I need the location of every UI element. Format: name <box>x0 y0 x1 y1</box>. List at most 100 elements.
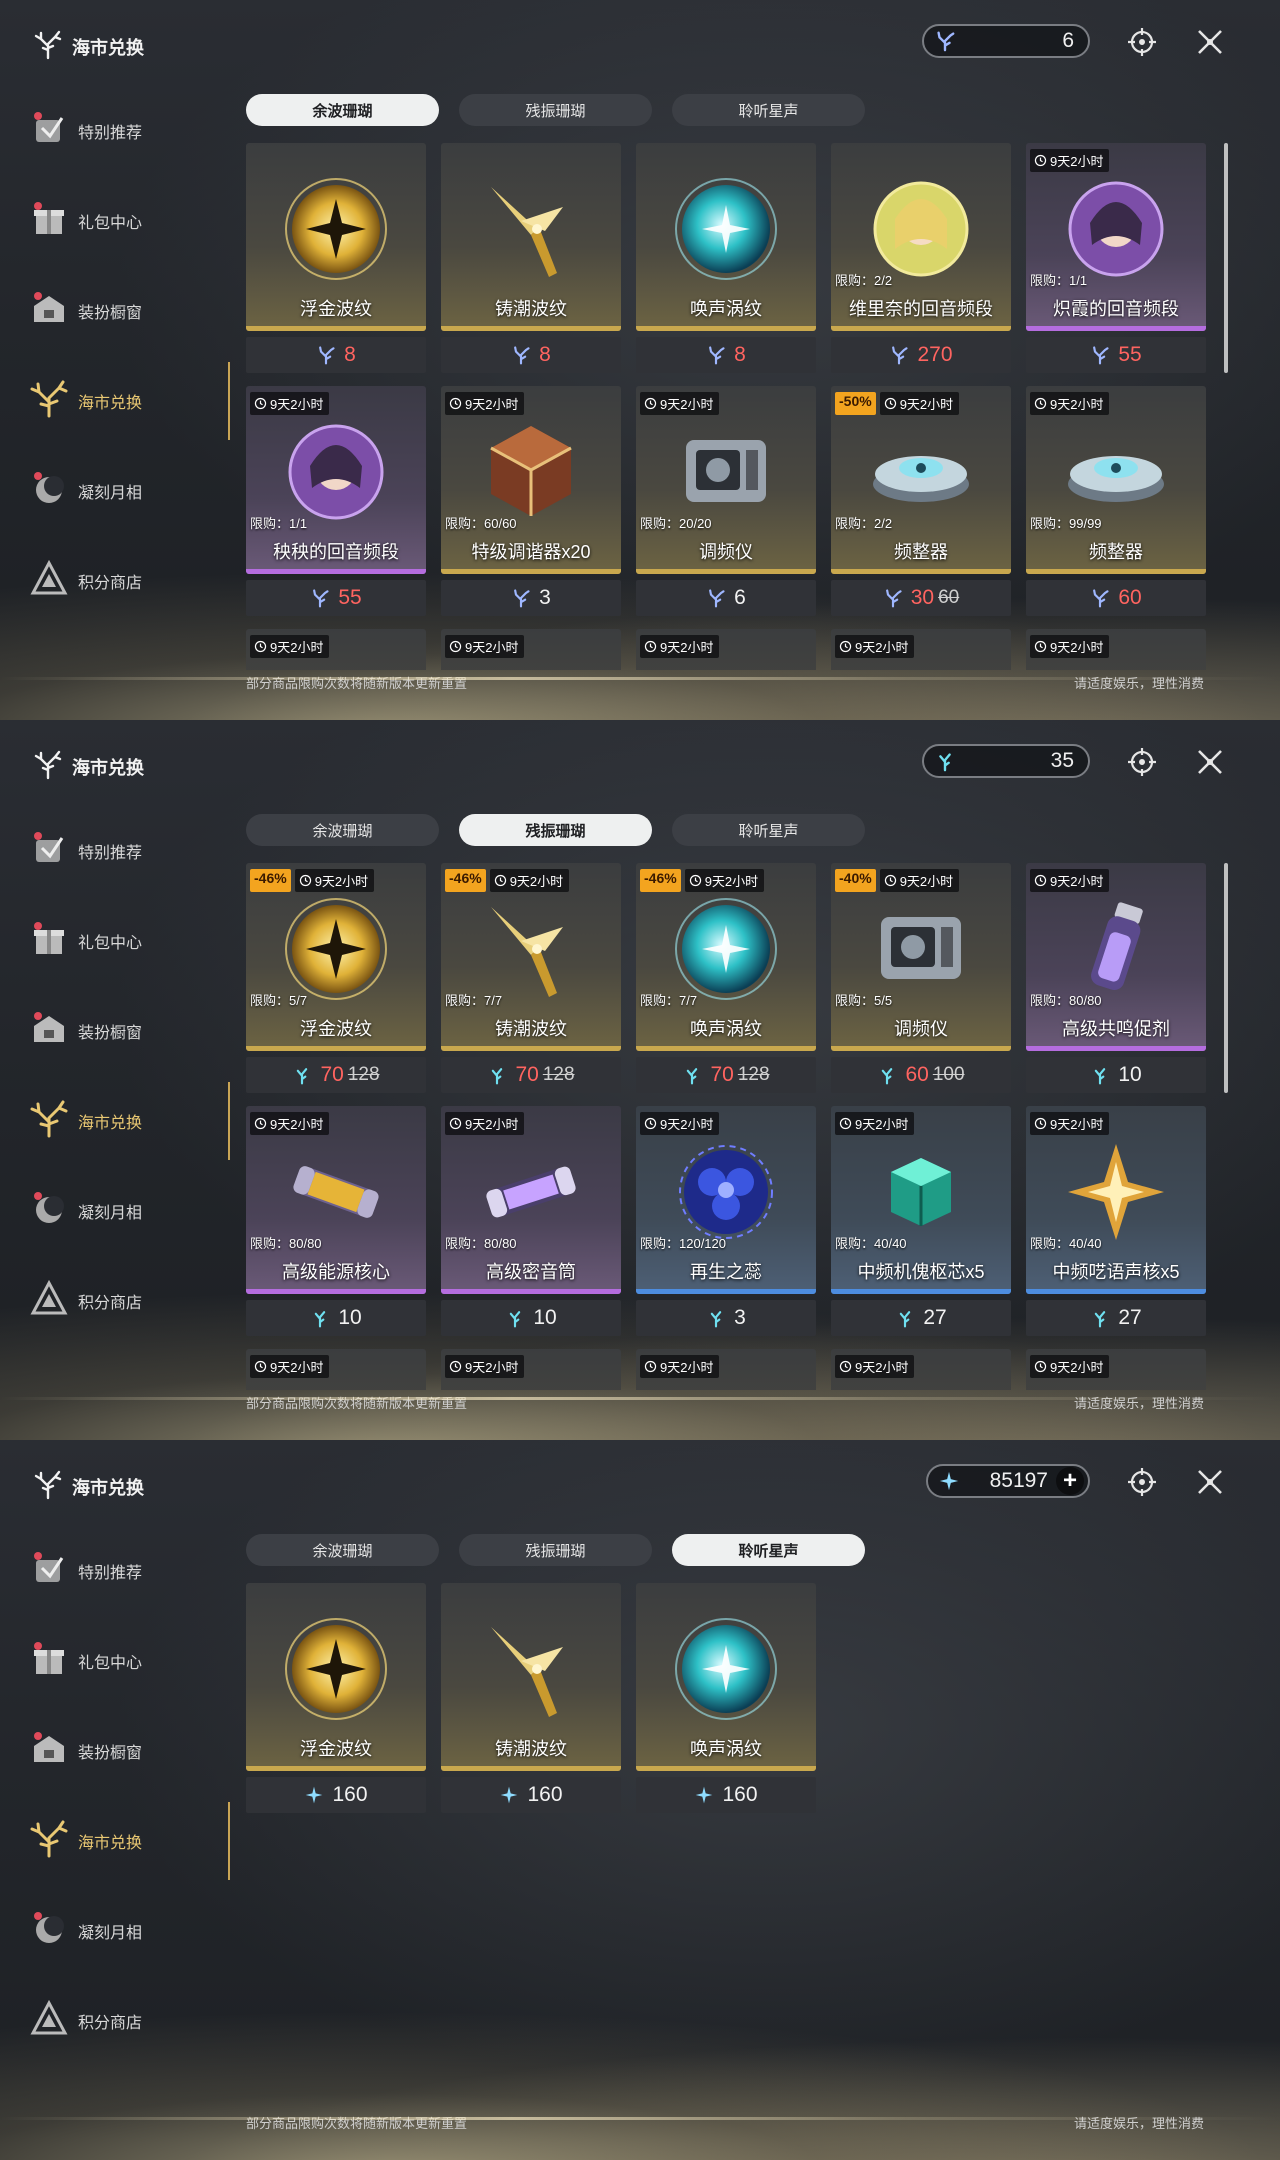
close-icon[interactable] <box>1192 1464 1228 1500</box>
item-tile[interactable]: 9天2小时 限购：40/40 中频呓语声核x5 <box>1026 1106 1206 1294</box>
tab-1[interactable]: 余波珊瑚 <box>246 1534 439 1566</box>
shop-item[interactable]: 9天2小时 <box>441 1349 621 1390</box>
shop-item[interactable]: 9天2小时 限购：80/80 高级密音筒 10 <box>441 1106 621 1336</box>
item-tile[interactable]: 9天2小时 限购：60/60 特级调谐器x20 <box>441 386 621 574</box>
target-icon[interactable] <box>1124 24 1160 60</box>
shop-item[interactable]: 9天2小时 限购：120/120 再生之蕊 3 <box>636 1106 816 1336</box>
sidebar-item-1[interactable]: 礼包中心 <box>28 896 208 986</box>
item-tile[interactable]: 9天2小时 限购：40/40 中频机傀枢芯x5 <box>831 1106 1011 1294</box>
shop-item[interactable]: 铸潮波纹 8 <box>441 143 621 373</box>
shop-item[interactable]: 9天2小时 限购：99/99 频整器 60 <box>1026 386 1206 616</box>
sidebar-item-3[interactable]: 海市兑换 <box>28 1076 230 1166</box>
item-tile[interactable]: 9天2小时 <box>636 629 816 670</box>
shop-item[interactable]: 9天2小时 限购：60/60 特级调谐器x20 3 <box>441 386 621 616</box>
item-tile[interactable]: 9天2小时 <box>441 629 621 670</box>
item-tile[interactable]: 9天2小时 <box>831 1349 1011 1390</box>
add-currency-button[interactable]: + <box>1056 1467 1084 1495</box>
sidebar-item-5[interactable]: 积分商店 <box>28 1256 208 1346</box>
shop-item[interactable]: 9天2小时 <box>636 629 816 670</box>
item-tile[interactable]: -46% 9天2小时 限购：5/7 浮金波纹 <box>246 863 426 1051</box>
item-tile[interactable]: 9天2小时 <box>246 1349 426 1390</box>
shop-item[interactable]: 唤声涡纹 8 <box>636 143 816 373</box>
sidebar-item-0[interactable]: 特别推荐 <box>28 806 208 896</box>
tab-2[interactable]: 残振珊瑚 <box>459 94 652 126</box>
sidebar-item-0[interactable]: 特别推荐 <box>28 86 208 176</box>
item-tile[interactable]: 9天2小时 限购：99/99 频整器 <box>1026 386 1206 574</box>
item-tile[interactable]: 铸潮波纹 <box>441 143 621 331</box>
sidebar-item-3[interactable]: 海市兑换 <box>28 1796 230 1886</box>
sidebar-item-3[interactable]: 海市兑换 <box>28 356 230 446</box>
tab-2[interactable]: 残振珊瑚 <box>459 814 652 846</box>
item-tile[interactable]: -40% 9天2小时 限购：5/5 调频仪 <box>831 863 1011 1051</box>
item-tile[interactable]: 唤声涡纹 <box>636 143 816 331</box>
shop-item[interactable]: 9天2小时 <box>1026 629 1206 670</box>
shop-item[interactable]: 9天2小时 <box>831 629 1011 670</box>
sidebar-item-4[interactable]: 凝刻月相 <box>28 1166 208 1256</box>
item-tile[interactable]: 9天2小时 <box>636 1349 816 1390</box>
shop-item[interactable]: -40% 9天2小时 限购：5/5 调频仪 60 100 <box>831 863 1011 1093</box>
item-tile[interactable]: 铸潮波纹 <box>441 1583 621 1771</box>
sidebar-item-0[interactable]: 特别推荐 <box>28 1526 208 1616</box>
item-tile[interactable]: 9天2小时 限购：80/80 高级密音筒 <box>441 1106 621 1294</box>
shop-item[interactable]: 9天2小时 <box>1026 1349 1206 1390</box>
tab-3[interactable]: 聆听星声 <box>672 94 865 126</box>
shop-item[interactable]: 铸潮波纹 160 <box>441 1583 621 1813</box>
shop-item[interactable]: -46% 9天2小时 限购：7/7 唤声涡纹 70 128 <box>636 863 816 1093</box>
item-tile[interactable]: 9天2小时 <box>1026 629 1206 670</box>
item-tile[interactable]: 唤声涡纹 <box>636 1583 816 1771</box>
shop-item[interactable]: 9天2小时 <box>246 1349 426 1390</box>
item-tile[interactable]: 9天2小时 限购：80/80 高级共鸣促剂 <box>1026 863 1206 1051</box>
item-tile[interactable]: 浮金波纹 <box>246 1583 426 1771</box>
item-tile[interactable]: 限购：2/2 维里奈的回音频段 <box>831 143 1011 331</box>
shop-item[interactable]: 9天2小时 限购：1/1 秧秧的回音频段 55 <box>246 386 426 616</box>
scrollbar[interactable] <box>1224 863 1228 1093</box>
sidebar-item-1[interactable]: 礼包中心 <box>28 1616 208 1706</box>
target-icon[interactable] <box>1124 744 1160 780</box>
scrollbar[interactable] <box>1224 143 1228 373</box>
close-icon[interactable] <box>1192 24 1228 60</box>
sidebar-item-5[interactable]: 积分商店 <box>28 536 208 626</box>
shop-item[interactable]: 9天2小时 限购：20/20 调频仪 6 <box>636 386 816 616</box>
item-tile[interactable]: -46% 9天2小时 限购：7/7 唤声涡纹 <box>636 863 816 1051</box>
shop-item[interactable]: 9天2小时 限购：1/1 炽霞的回音频段 55 <box>1026 143 1206 373</box>
shop-item[interactable]: 9天2小时 限购：40/40 中频呓语声核x5 27 <box>1026 1106 1206 1336</box>
shop-item[interactable]: -46% 9天2小时 限购：7/7 铸潮波纹 70 128 <box>441 863 621 1093</box>
sidebar-item-4[interactable]: 凝刻月相 <box>28 1886 208 1976</box>
shop-item[interactable]: 9天2小时 <box>246 629 426 670</box>
item-tile[interactable]: 浮金波纹 <box>246 143 426 331</box>
shop-item[interactable]: -50% 9天2小时 限购：2/2 频整器 30 60 <box>831 386 1011 616</box>
sidebar-item-2[interactable]: 装扮橱窗 <box>28 1706 208 1796</box>
tab-3[interactable]: 聆听星声 <box>672 814 865 846</box>
tab-1[interactable]: 余波珊瑚 <box>246 94 439 126</box>
shop-item[interactable]: 浮金波纹 8 <box>246 143 426 373</box>
tab-3[interactable]: 聆听星声 <box>672 1534 865 1566</box>
item-tile[interactable]: 9天2小时 <box>831 629 1011 670</box>
shop-item[interactable]: 唤声涡纹 160 <box>636 1583 816 1813</box>
item-tile[interactable]: 9天2小时 限购：80/80 高级能源核心 <box>246 1106 426 1294</box>
shop-item[interactable]: -46% 9天2小时 限购：5/7 浮金波纹 70 128 <box>246 863 426 1093</box>
shop-item[interactable]: 浮金波纹 160 <box>246 1583 426 1813</box>
item-tile[interactable]: 9天2小时 限购：1/1 炽霞的回音频段 <box>1026 143 1206 331</box>
shop-item[interactable]: 9天2小时 <box>831 1349 1011 1390</box>
item-tile[interactable]: 9天2小时 <box>1026 1349 1206 1390</box>
shop-item[interactable]: 9天2小时 <box>441 629 621 670</box>
tab-2[interactable]: 残振珊瑚 <box>459 1534 652 1566</box>
shop-item[interactable]: 限购：2/2 维里奈的回音频段 270 <box>831 143 1011 373</box>
shop-item[interactable]: 9天2小时 限购：40/40 中频机傀枢芯x5 27 <box>831 1106 1011 1336</box>
item-tile[interactable]: 9天2小时 <box>246 629 426 670</box>
item-tile[interactable]: 9天2小时 <box>441 1349 621 1390</box>
item-tile[interactable]: 9天2小时 限购：20/20 调频仪 <box>636 386 816 574</box>
sidebar-item-4[interactable]: 凝刻月相 <box>28 446 208 536</box>
item-tile[interactable]: -46% 9天2小时 限购：7/7 铸潮波纹 <box>441 863 621 1051</box>
target-icon[interactable] <box>1124 1464 1160 1500</box>
sidebar-item-5[interactable]: 积分商店 <box>28 1976 208 2066</box>
item-tile[interactable]: 9天2小时 限购：1/1 秧秧的回音频段 <box>246 386 426 574</box>
tab-1[interactable]: 余波珊瑚 <box>246 814 439 846</box>
close-icon[interactable] <box>1192 744 1228 780</box>
shop-item[interactable]: 9天2小时 <box>636 1349 816 1390</box>
shop-item[interactable]: 9天2小时 限购：80/80 高级能源核心 10 <box>246 1106 426 1336</box>
sidebar-item-1[interactable]: 礼包中心 <box>28 176 208 266</box>
sidebar-item-2[interactable]: 装扮橱窗 <box>28 266 208 356</box>
shop-item[interactable]: 9天2小时 限购：80/80 高级共鸣促剂 10 <box>1026 863 1206 1093</box>
sidebar-item-2[interactable]: 装扮橱窗 <box>28 986 208 1076</box>
